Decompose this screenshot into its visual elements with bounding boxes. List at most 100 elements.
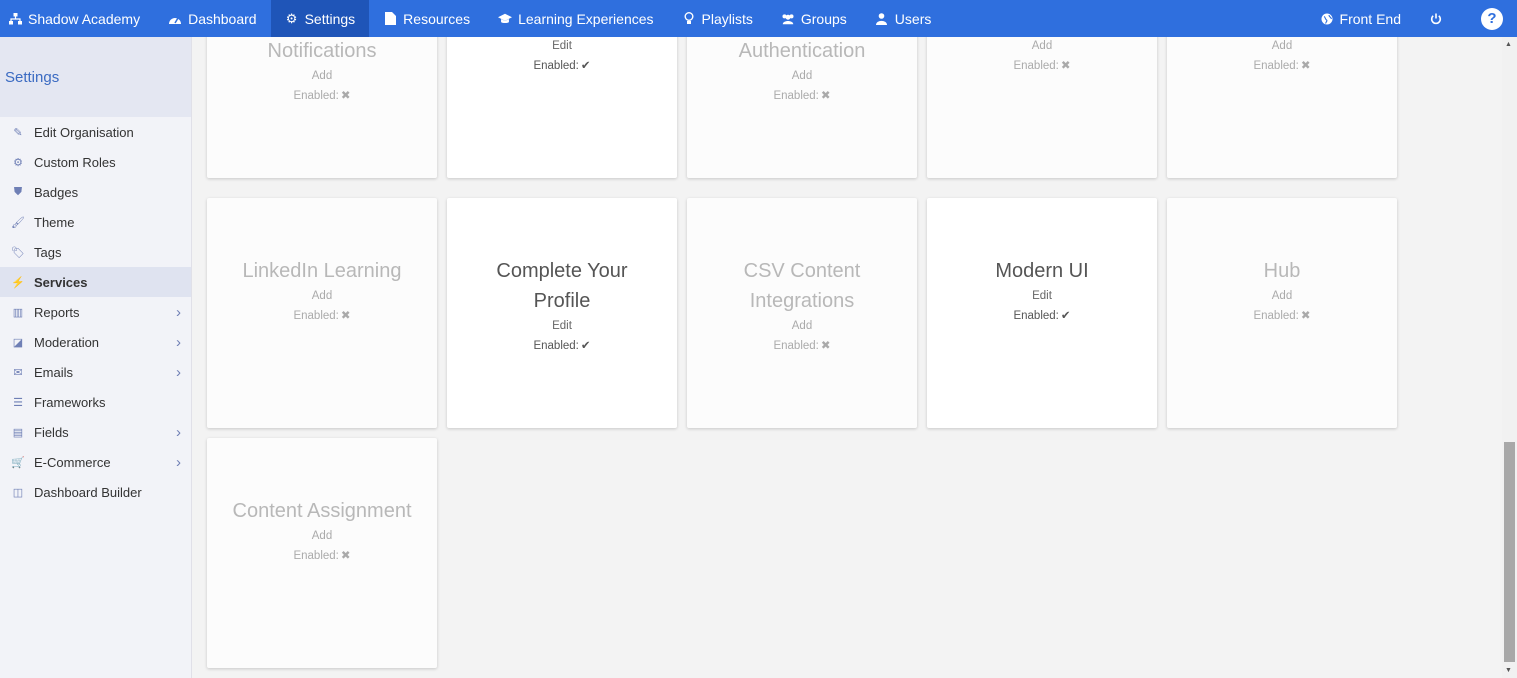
front-end-link[interactable]: Front End <box>1306 0 1415 37</box>
enabled-status: Enabled: ✖ <box>1167 308 1397 322</box>
cross-icon: ✖ <box>1300 310 1311 322</box>
sidebar-item-label: Emails <box>34 364 74 380</box>
service-title: Modern UI <box>995 260 1089 282</box>
service-title: Content Assignment <box>232 500 412 522</box>
lightbulb-icon <box>682 12 696 25</box>
sidebar-item-label: Services <box>34 274 88 290</box>
cross-icon: ✖ <box>820 340 831 352</box>
service-title: Manage Authentication <box>738 40 866 62</box>
sidebar-list: ✎ Edit Organisation ⚙ Custom Roles ⛊ Badges 🖌 T… <box>0 117 191 507</box>
sidebar-item-custom-roles[interactable]: ⚙ Custom Roles <box>0 147 191 177</box>
chevron-right-icon[interactable]: › <box>176 454 181 471</box>
chevron-right-icon[interactable]: › <box>176 304 181 321</box>
enabled-status: Enabled: ✖ <box>1167 58 1397 72</box>
nav-label: Resources <box>403 10 471 27</box>
help-button[interactable]: ? <box>1481 7 1503 30</box>
scroll-down-icon[interactable]: ▼ <box>1505 667 1512 674</box>
nav-label: Learning Experiences <box>518 10 654 27</box>
service-title: Hub <box>1263 260 1301 282</box>
service-card: LinkedIn Learning Add Enabled: ✖ <box>207 198 437 428</box>
chevron-right-icon[interactable]: › <box>176 424 181 441</box>
enabled-status: Enabled: ✔ <box>927 308 1157 322</box>
sidebar-item-reports[interactable]: ▥ Reports › <box>0 297 191 327</box>
scrollbar[interactable]: ▲ ▼ <box>1502 37 1517 678</box>
sidebar-item-label: Moderation <box>34 334 100 350</box>
power-icon <box>1429 13 1443 25</box>
envelope-icon: ✉ <box>13 366 23 379</box>
sidebar-item-services[interactable]: ⚡ Services <box>0 267 191 297</box>
nav-dashboard[interactable]: Dashboard <box>154 0 271 37</box>
service-card: Complete Your Profile Edit Enabled: ✔ <box>447 198 677 428</box>
chevron-right-icon[interactable]: › <box>176 364 181 381</box>
enabled-status: Enabled: ✖ <box>927 58 1157 72</box>
service-title: In-platform Notifications <box>267 40 377 62</box>
add-service-link[interactable]: Add <box>207 530 437 542</box>
sidebar-item-frameworks[interactable]: ☰ Frameworks <box>0 387 191 417</box>
nav-resources[interactable]: Resources <box>369 0 484 37</box>
front-end-label: Front End <box>1339 10 1401 27</box>
power-button[interactable] <box>1415 0 1463 37</box>
globe-icon <box>1320 13 1334 25</box>
brand-name: Shadow Academy <box>28 10 141 27</box>
service-card: Manage Authentication Add Enabled:✖ <box>687 37 917 178</box>
scroll-up-icon[interactable]: ▲ <box>1505 41 1512 48</box>
columns-icon: ◫ <box>12 486 24 499</box>
add-service-link[interactable]: Add <box>1167 290 1397 302</box>
nav-users[interactable]: Users <box>861 0 946 37</box>
sitemap-icon <box>8 12 22 25</box>
sidebar-item-emails[interactable]: ✉ Emails › <box>0 357 191 387</box>
edit-service-link[interactable]: Edit <box>447 40 677 52</box>
edit-service-link[interactable]: Edit <box>447 320 677 332</box>
add-service-link[interactable]: Add <box>207 70 437 82</box>
enabled-status: Enabled: ✖ <box>207 88 437 102</box>
add-service-link[interactable]: Add <box>207 290 437 302</box>
sidebar-item-fields[interactable]: ▤ Fields › <box>0 417 191 447</box>
nav-playlists[interactable]: Playlists <box>668 0 767 37</box>
nav-groups[interactable]: Groups <box>767 0 861 37</box>
nav-learning-experiences[interactable]: Learning Experiences <box>484 0 667 37</box>
sidebar-item-dashboard-builder[interactable]: ◫ Dashboard Builder <box>0 477 191 507</box>
nav-settings[interactable]: ⚙ Settings <box>270 0 370 37</box>
enabled-label: Enabled: <box>293 310 339 322</box>
add-service-link[interactable]: Add <box>1167 40 1397 52</box>
sidebar-item-label: Fields <box>34 424 69 440</box>
enabled-status: Enabled: ✔ <box>447 338 677 352</box>
enabled-status: Enabled: ✖ <box>687 88 917 102</box>
sidebar-item-moderation[interactable]: ◪ Moderation › <box>0 327 191 357</box>
enabled-status: Enabled: ✖ <box>207 308 437 322</box>
edit-service-link[interactable]: Edit <box>927 290 1157 302</box>
sidebar-item-theme[interactable]: 🖌 Theme <box>0 207 191 237</box>
enabled-label: Enabled: <box>773 340 819 352</box>
nav-label: Settings <box>304 10 356 27</box>
chevron-right-icon[interactable]: › <box>176 334 181 351</box>
settings-sidebar: Settings ✎ Edit Organisation ⚙ Custom Roles… <box>0 37 192 678</box>
sidebar-item-label: Edit Organisation <box>34 124 134 140</box>
brand-link[interactable]: Shadow Academy <box>0 0 154 37</box>
cross-icon: ✖ <box>340 550 351 562</box>
add-service-link[interactable]: Add <box>687 70 917 82</box>
sidebar-title: Settings <box>0 37 191 117</box>
enabled-label: Enabled: <box>533 60 579 72</box>
sidebar-item-edit-organisation[interactable]: ✎ Edit Organisation <box>0 117 191 147</box>
user-icon <box>875 12 889 25</box>
add-service-link[interactable]: Add <box>927 40 1157 52</box>
sidebar-item-label: Tags <box>34 244 62 260</box>
bar-chart-icon: ▥ <box>12 306 24 319</box>
enabled-label: Enabled: <box>533 340 579 352</box>
nav-label: Users <box>894 10 932 27</box>
service-card: Beta FeaturesEditEnabled:✔ <box>447 37 677 178</box>
enabled-label: Enabled: <box>1013 310 1059 322</box>
cross-icon: ✖ <box>340 310 351 322</box>
nav-label: Playlists <box>701 10 753 27</box>
sidebar-item-label: E-Commerce <box>34 454 111 470</box>
enabled-status: Enabled: ✖ <box>207 548 437 562</box>
cross-icon: ✖ <box>340 90 351 102</box>
add-service-link[interactable]: Add <box>687 320 917 332</box>
sidebar-item-badges[interactable]: ⛊ Badges <box>0 177 191 207</box>
top-nav: Shadow Academy Dashboard ⚙ Settings Reso… <box>0 0 1517 37</box>
cart-icon: 🛒 <box>11 456 25 469</box>
sidebar-item-e-commerce[interactable]: 🛒 E-Commerce › <box>0 447 191 477</box>
sidebar-item-tags[interactable]: 🏷 Tags <box>0 237 191 267</box>
enabled-status: Enabled: ✖ <box>687 338 917 352</box>
scrollbar-thumb[interactable] <box>1504 442 1515 662</box>
